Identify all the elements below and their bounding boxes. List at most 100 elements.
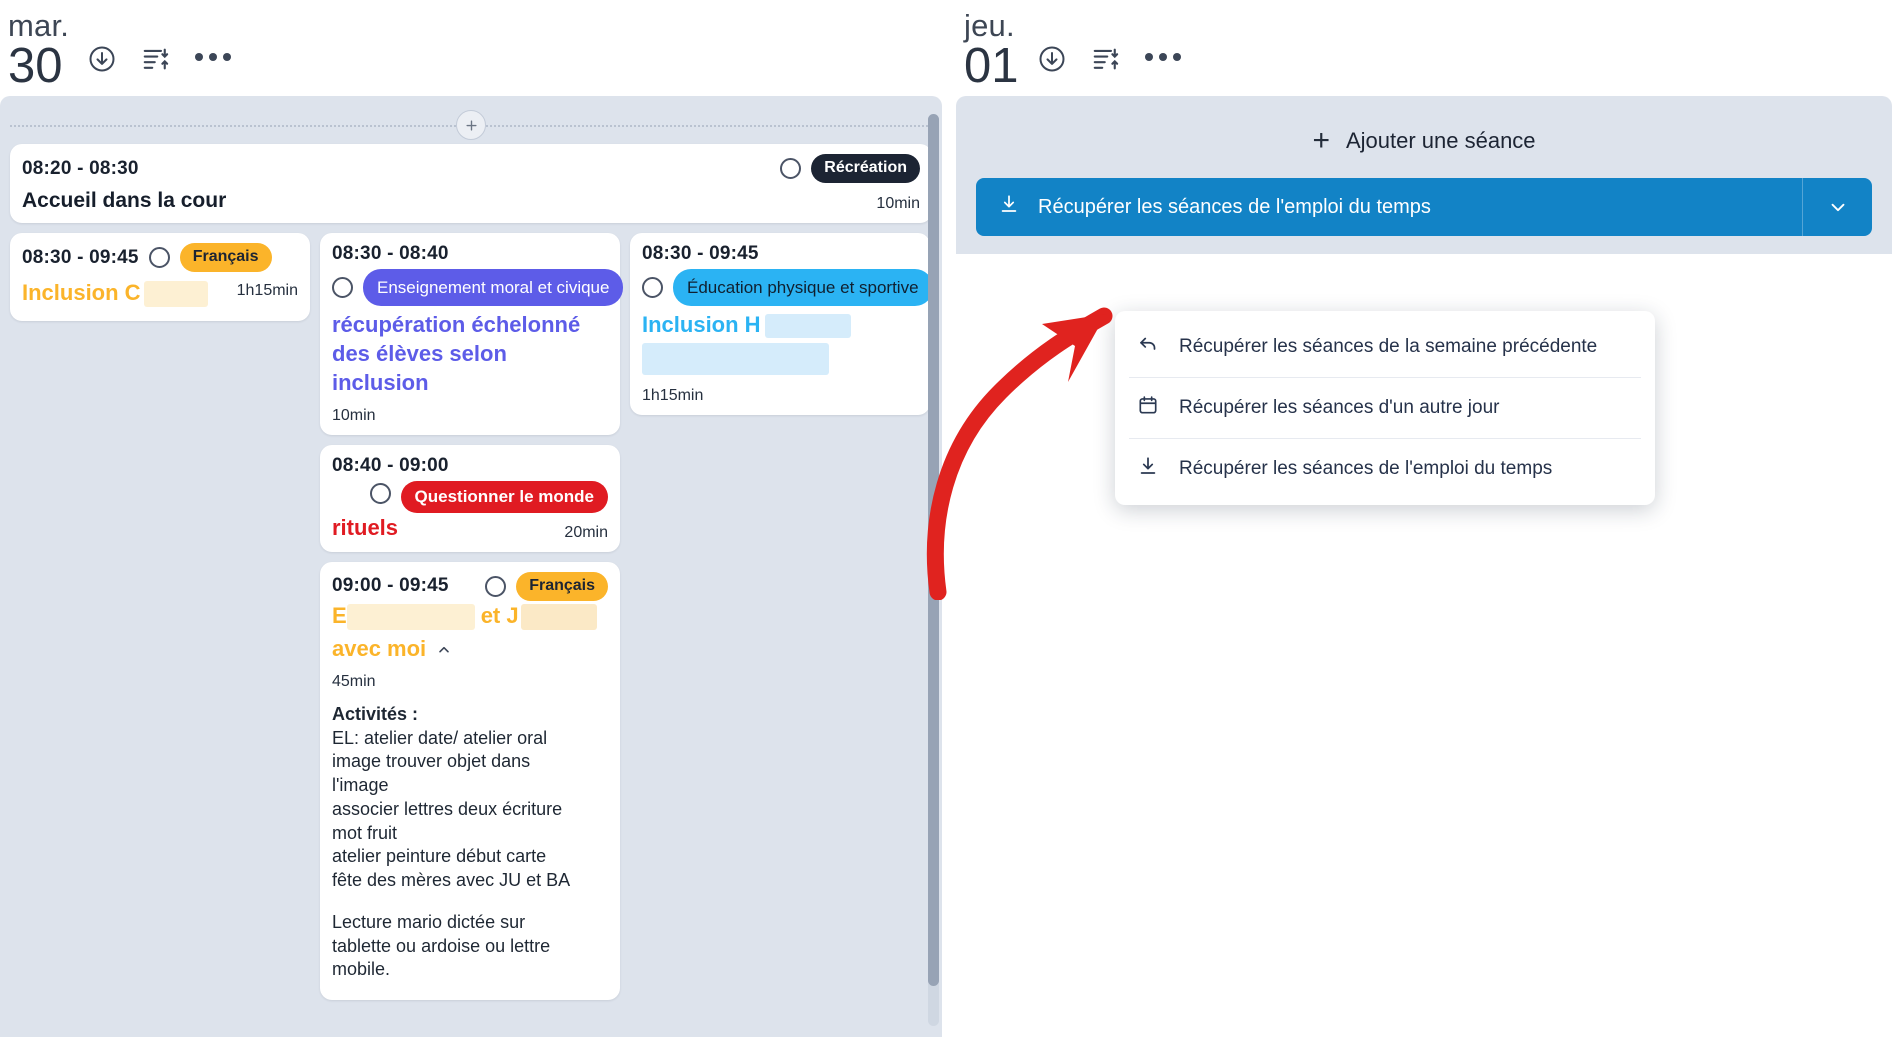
session-note-line: EL: atelier date/ atelier oral	[332, 727, 548, 748]
schedule-app: mar. 30 08:20 - 08:30 Récréation Accueil…	[0, 0, 1892, 1037]
session-subject-row: Éducation physique et sportive	[642, 269, 933, 307]
day-header-left: mar. 30	[0, 0, 950, 96]
session-card-francais-long[interactable]: 09:00 - 09:45 Français Eet J avec moi 45…	[320, 561, 620, 1001]
schedule-row: 08:30 - 09:45 Français Inclusion C 1h15m…	[10, 233, 933, 436]
session-subject-badge: Français	[516, 571, 608, 601]
session-card-header: 08:20 - 08:30 Récréation	[22, 154, 920, 183]
more-options-icon[interactable]	[195, 53, 232, 65]
session-lesson-line-2: avec moi	[332, 634, 608, 663]
session-time: 08:20 - 08:30	[22, 157, 139, 179]
session-card-emc[interactable]: 08:30 - 08:40 Enseignement moral et civi…	[320, 233, 624, 436]
menu-item-label: Récupérer les séances de l'emploi du tem…	[1179, 458, 1553, 479]
session-lesson-title: rituels	[332, 514, 399, 540]
session-subject-row: Questionner le monde	[332, 481, 608, 513]
menu-item-label: Récupérer les séances d'un autre jour	[1179, 397, 1500, 418]
schedule-row: 08:20 - 08:30 Récréation Accueil dans la…	[10, 144, 932, 223]
session-card-rituels[interactable]: 08:40 - 09:00 Questionner le monde ritue…	[320, 445, 620, 552]
session-duration: 10min	[876, 195, 920, 212]
session-time: 08:30 - 09:45	[642, 243, 759, 264]
session-duration: 10min	[332, 407, 376, 425]
session-card-header: 08:40 - 09:00	[332, 455, 608, 477]
session-card-eps[interactable]: 08:30 - 09:45 Éducation physique et spor…	[630, 233, 933, 416]
menu-item-previous-week[interactable]: Récupérer les séances de la semaine préc…	[1115, 317, 1655, 377]
notes-gap	[332, 893, 608, 911]
download-circle-icon[interactable]	[87, 44, 117, 74]
session-lesson-visible-text-2: et J	[480, 602, 519, 628]
session-duration: 20min	[564, 523, 608, 541]
session-lesson-visible-text: E	[332, 602, 347, 628]
recover-timetable-label: Récupérer les séances de l'emploi du tem…	[1038, 195, 1431, 218]
download-circle-icon[interactable]	[1037, 44, 1067, 74]
session-duration: 1h15min	[236, 282, 298, 299]
session-card-accueil[interactable]: 08:20 - 08:30 Récréation Accueil dans la…	[10, 144, 932, 223]
session-card-header: 08:30 - 08:40	[332, 243, 608, 265]
session-subject-badge: Questionner le monde	[400, 481, 608, 513]
menu-item-label: Récupérer les séances de la semaine préc…	[1179, 336, 1598, 357]
session-subject-row: Enseignement moral et civique	[332, 269, 624, 307]
session-subject-badge: Récréation	[811, 154, 920, 183]
day-number-label: 01	[964, 39, 1019, 94]
session-checkbox[interactable]	[780, 158, 802, 179]
redacted-text-block	[346, 603, 475, 630]
add-session-plus-button[interactable]	[456, 110, 486, 140]
schedule-row: 08:40 - 09:00 Questionner le monde ritue…	[10, 445, 932, 552]
undo-arrow-icon	[1137, 333, 1159, 361]
day-column-right: jeu. 01 + Ajouter une séance Récupérer l…	[950, 0, 1892, 1037]
session-lesson-visible-text: Inclusion C	[22, 280, 141, 305]
session-checkbox[interactable]	[642, 277, 663, 298]
session-lesson-title: récupération échelonné des élèves selon …	[332, 312, 581, 396]
redacted-text-block	[764, 314, 851, 339]
session-checkbox[interactable]	[332, 277, 353, 298]
add-session-divider	[10, 106, 932, 144]
session-checkbox[interactable]	[148, 247, 170, 268]
session-notes: Activités : EL: atelier date/ atelier or…	[332, 703, 608, 982]
chevron-down-icon[interactable]	[1802, 178, 1872, 236]
add-session-label: Ajouter une séance	[1345, 128, 1536, 153]
recover-options-dropdown: Récupérer les séances de la semaine préc…	[1115, 311, 1655, 505]
menu-item-timetable[interactable]: Récupérer les séances de l'emploi du tem…	[1115, 439, 1655, 499]
session-card-header: 08:30 - 09:45	[642, 243, 918, 265]
session-subject-badge: Français	[179, 243, 272, 272]
plus-icon: +	[1312, 124, 1330, 157]
chevron-up-icon[interactable]	[430, 639, 459, 661]
session-lesson-visible-text-3: avec moi	[332, 635, 427, 661]
add-session-button[interactable]: + Ajouter une séance	[976, 110, 1872, 172]
sort-icon[interactable]	[141, 44, 171, 74]
right-day-panel: + Ajouter une séance Récupérer les séanc…	[956, 96, 1892, 254]
session-note-line: mobile.	[332, 959, 391, 980]
session-checkbox[interactable]	[369, 483, 391, 505]
day-date-left: mar. 30	[8, 10, 69, 90]
day-number-label: 30	[8, 39, 63, 94]
day-header-actions-left	[87, 44, 232, 90]
session-checkbox[interactable]	[485, 575, 507, 597]
board-scrollbar[interactable]	[928, 114, 939, 1026]
day-column-left: mar. 30 08:20 - 08:30 Récréation Accueil…	[0, 0, 950, 1037]
more-options-icon[interactable]	[1144, 53, 1181, 65]
session-time: 08:40 - 09:00	[332, 455, 449, 477]
day-weekday-label: jeu.	[964, 8, 1015, 44]
session-note-line: mot fruit	[332, 822, 398, 843]
session-subject-badge: Éducation physique et sportive	[673, 269, 933, 307]
download-icon	[1137, 455, 1159, 483]
session-time: 08:30 - 09:45	[22, 246, 139, 268]
sort-icon[interactable]	[1091, 44, 1121, 74]
day-weekday-label: mar.	[8, 8, 70, 44]
session-title: Accueil dans la cour	[22, 189, 227, 212]
board-scrollbar-thumb[interactable]	[928, 114, 939, 986]
redacted-text-block	[642, 343, 829, 376]
session-duration: 1h15min	[642, 387, 704, 405]
session-notes-title: Activités :	[332, 703, 419, 724]
left-day-board: 08:20 - 08:30 Récréation Accueil dans la…	[0, 96, 942, 1037]
session-note-line: fête des mères avec JU et BA	[332, 870, 571, 891]
session-note-line: atelier peinture début carte	[332, 846, 547, 867]
session-time: 08:30 - 08:40	[332, 243, 449, 264]
session-note-line: image trouver objet dans	[332, 751, 531, 772]
download-icon	[998, 193, 1020, 221]
session-card-inclusion-c[interactable]: 08:30 - 09:45 Français Inclusion C 1h15m…	[10, 233, 310, 322]
redacted-text-block	[143, 281, 208, 308]
schedule-row: 09:00 - 09:45 Français Eet J avec moi 45…	[10, 561, 932, 1001]
day-header-actions-right	[1037, 44, 1181, 90]
redacted-text-block	[520, 603, 597, 630]
recover-timetable-button[interactable]: Récupérer les séances de l'emploi du tem…	[976, 178, 1872, 236]
menu-item-other-day[interactable]: Récupérer les séances d'un autre jour	[1115, 378, 1655, 438]
